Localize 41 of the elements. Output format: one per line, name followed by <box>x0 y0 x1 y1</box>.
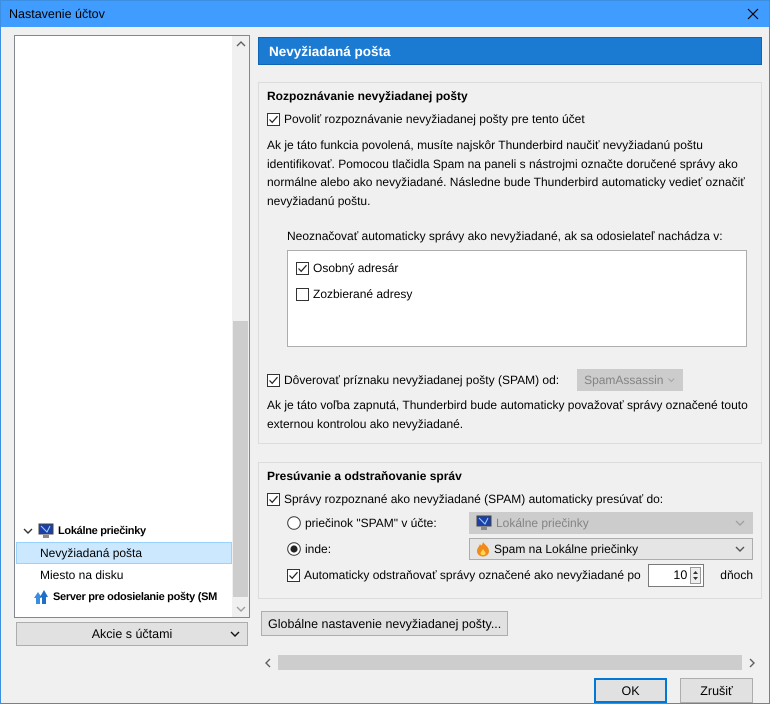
dialog-button[interactable]: OK <box>594 678 667 703</box>
checkbox-label[interactable]: Osobný adresár <box>313 261 398 275</box>
tree-item[interactable]: Nevyžiadaná pošta <box>16 542 232 564</box>
spin-arrows-icon[interactable] <box>690 566 702 584</box>
filter-select: SpamAssassin <box>577 369 684 391</box>
account-actions-button[interactable]: Akcie s účtami <box>16 622 248 646</box>
tree-item[interactable]: Miesto na disku <box>16 564 232 586</box>
checkbox-label[interactable]: Automaticky odstraňovať správy označené ako nevyžiadané po <box>304 568 644 582</box>
radio-label[interactable]: inde: <box>305 542 465 556</box>
upload-arrows-icon <box>33 589 49 605</box>
checkbox-label[interactable]: Dôverovať príznaku nevyžiadanej pošty (SPAM) od: <box>284 373 560 387</box>
tree-item[interactable]: Server pre odosielanie pošty (SM <box>16 586 232 608</box>
checkbox[interactable] <box>296 262 309 274</box>
checkbox-label[interactable]: Povoliť rozpoznávanie nevyžiadanej pošty pre tento účet <box>284 112 585 126</box>
dialog-button[interactable]: Zrušiť <box>680 678 753 703</box>
days-spinner[interactable]: 10 <box>648 564 704 586</box>
checkbox[interactable] <box>267 492 280 506</box>
group-title: Presúvanie a odstraňovanie správ <box>267 469 463 483</box>
group-title: Rozpoznávanie nevyžiadanej pošty <box>267 89 469 103</box>
checkbox-label[interactable]: Správy rozpoznané ako nevyžiadané (SPAM) automaticky presúvať do: <box>284 492 664 506</box>
monitor-icon <box>38 523 54 539</box>
close-icon[interactable] <box>747 8 759 20</box>
folder-select: Lokálne priečinky <box>469 512 753 534</box>
description-text: Ak je táto funkcia povolená, musíte najskôr Thunderbird naučiť nevyžiadanú poštu identifikovať. Pomocou tlačidla Spam na paneli s nástrojmi označte doručené správy ako normálne alebo ako nevyžiadané. Následne bude Thunderbird automaticky vedieť označiť nevyžiadanú poštu. <box>267 137 746 210</box>
folder-select[interactable]: Spam na Lokálne priečinky <box>469 538 753 560</box>
monitor-icon <box>476 515 492 531</box>
tree-item[interactable]: Lokálne priečinky <box>16 520 232 542</box>
days-unit: dňoch <box>720 568 753 582</box>
checkbox[interactable] <box>287 568 300 582</box>
panel-header: Nevyžiadaná pošta <box>258 37 762 65</box>
global-junk-settings-button[interactable]: Globálne nastavenie nevyžiadanej pošty... <box>261 611 508 636</box>
description-text: Ak je táto voľba zapnutá, Thunderbird bude automaticky považovať správy označené touto externou kontrolou ako nevyžiadané. <box>267 397 749 432</box>
checkbox[interactable] <box>267 112 280 126</box>
radio-button[interactable] <box>287 542 301 556</box>
window-title: Nastavenie účtov <box>9 7 105 21</box>
checkbox[interactable] <box>296 288 309 300</box>
vertical-scrollbar[interactable] <box>232 36 249 617</box>
checkbox-label[interactable]: Zozbierané adresy <box>313 287 412 301</box>
list-label: Neoznačovať automaticky správy ako nevyžiadané, ak sa odosielateľ nachádza v: <box>287 229 723 243</box>
checkbox[interactable] <box>267 374 280 386</box>
flame-icon <box>476 541 490 557</box>
